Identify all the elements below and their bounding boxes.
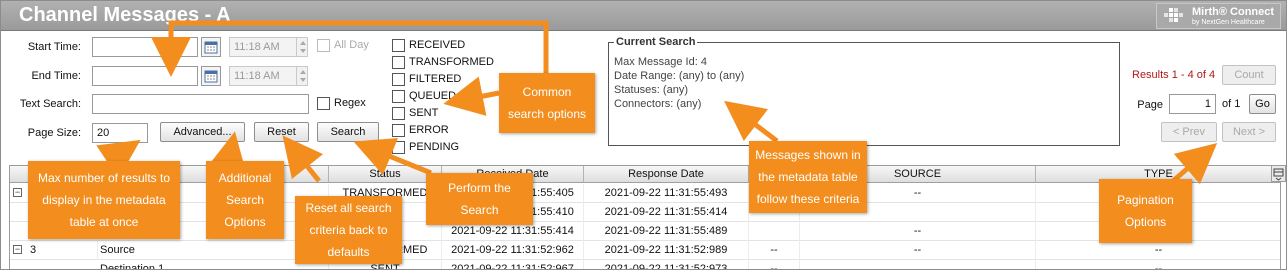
end-time-field[interactable] [229,66,297,86]
collapse-icon[interactable]: − [13,188,22,197]
cell-source [800,260,1036,269]
search-button[interactable]: Search [317,122,379,142]
cell-source: -- [800,222,1036,241]
text-search-input[interactable] [92,94,309,114]
callout-max-results: Max number of results to display in the … [28,161,180,239]
cell-received: 2021-09-22 11:31:52:967 [442,260,584,269]
callout-perform-search: Perform the Search [426,173,533,225]
callout-pagination: Pagination Options [1099,179,1192,243]
cell-errors: -- [749,241,800,260]
cell-id: 3 [28,241,98,260]
current-search-line: Connectors: (any) [614,98,702,110]
status-label-filtered: FILTERED [409,73,462,85]
table-row[interactable]: Destination 1 SENT 2021-09-22 11:31:52:9… [10,260,1280,269]
callout-common-search: Common search options [499,73,595,133]
start-calendar-button[interactable] [201,37,221,57]
table-row[interactable]: 2021-09-22 11:31:55:414 2021-09-22 11:31… [10,222,1280,241]
start-time-spinner[interactable] [296,37,308,57]
current-search-line: Date Range: (any) to (any) [614,70,745,82]
end-time-spinner[interactable] [296,66,308,86]
current-search-line: Max Message Id: 4 [614,56,707,68]
start-date-field[interactable] [92,37,198,57]
text-search-label: Text Search: [19,98,81,110]
logo-name: Mirth® Connect [1192,6,1275,18]
cell-received: 2021-09-22 11:31:52:962 [442,241,584,260]
status-checkbox-error[interactable] [392,124,405,137]
all-day-checkbox[interactable] [317,39,330,52]
all-day-label: All Day [334,39,369,51]
regex-checkbox[interactable] [317,97,330,110]
title-bar: Channel Messages - A Mirth® Connect by N… [1,1,1286,31]
status-label-pending: PENDING [409,141,460,153]
prev-page-button[interactable]: < Prev [1161,122,1217,142]
calendar-icon [204,70,218,83]
status-label-sent: SENT [409,107,439,119]
status-label-received: RECEIVED [409,39,466,51]
cell-response: 2021-09-22 11:31:52:989 [584,241,749,260]
window-title: Channel Messages - A [19,4,231,26]
page-of-label: of 1 [1222,98,1241,110]
cell-source: -- [800,241,1036,260]
reset-button[interactable]: Reset [254,122,309,142]
page-number-input[interactable] [1169,94,1216,114]
end-time-label: End Time: [31,70,81,82]
table-row[interactable]: 2021-09-22 11:31:55:410 2021-09-22 11:31… [10,203,1280,222]
page-size-input[interactable] [92,123,148,143]
end-date-field[interactable] [92,66,198,86]
column-settings-icon [1273,168,1284,181]
current-search-line: Statuses: (any) [614,84,688,96]
mirth-logo: Mirth® Connect by NextGen Healthcare [1156,3,1281,29]
status-checkbox-sent[interactable] [392,107,405,120]
status-checkbox-filtered[interactable] [392,73,405,86]
callout-additional-options: Additional Search Options [206,161,284,239]
collapse-icon[interactable]: − [13,245,22,254]
start-time-field[interactable] [229,37,297,57]
status-label-queued: QUEUED [409,90,457,102]
results-count-text: Results 1 - 4 of 4 [1132,69,1216,81]
status-checkbox-queued[interactable] [392,90,405,103]
cell-errors [749,222,800,241]
status-checkbox-received[interactable] [392,39,405,52]
status-checkbox-pending[interactable] [392,141,405,154]
cell-errors: -- [749,260,800,269]
table-row[interactable]: − 3 Source TRANSFORMED 2021-09-22 11:31:… [10,241,1280,260]
callout-reset: Reset all search criteria back to defaul… [295,196,402,264]
logo-subtitle: by NextGen Healthcare [1192,19,1265,26]
page-label: Page [1137,99,1163,111]
status-checkbox-transformed[interactable] [392,56,405,69]
cell-response: 2021-09-22 11:31:55:489 [584,222,749,241]
next-page-button[interactable]: Next > [1222,122,1276,142]
cell-type: -- [1036,260,1280,269]
table-row[interactable]: − TRANSFORMED 2021-09-22 11:31:55:405 20… [10,184,1280,203]
column-header-response-date[interactable]: Response Date [584,166,749,183]
cell-response: 2021-09-22 11:31:55:414 [584,203,749,222]
messages-table: C Status Received Date Response Date E S… [9,165,1281,269]
count-button[interactable]: Count [1222,65,1276,85]
go-button[interactable]: Go [1249,94,1276,114]
status-label-transformed: TRANSFORMED [409,56,494,68]
status-label-error: ERROR [409,124,449,136]
mirth-logo-icon [1164,8,1183,22]
callout-metadata-criteria: Messages shown in the metadata table fol… [749,141,867,213]
cell-response: 2021-09-22 11:31:55:493 [584,184,749,203]
cell-response: 2021-09-22 11:31:52:973 [584,260,749,269]
regex-label: Regex [334,97,366,109]
cell-type: -- [1036,241,1280,260]
page-size-label: Page Size: [27,127,81,139]
start-time-label: Start Time: [27,41,81,53]
end-calendar-button[interactable] [201,66,221,86]
calendar-icon [204,41,218,54]
column-menu-button[interactable] [1271,165,1286,182]
channel-messages-window: Channel Messages - A Mirth® Connect by N… [0,0,1287,270]
current-search-legend: Current Search [614,36,698,48]
advanced-button[interactable]: Advanced... [160,122,245,142]
